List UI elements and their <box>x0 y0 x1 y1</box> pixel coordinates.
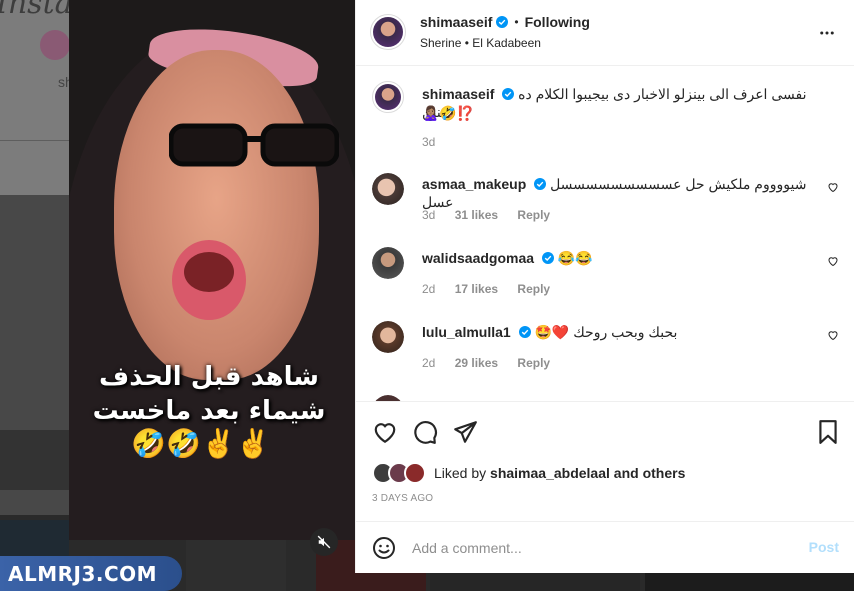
comment-like-heart-icon[interactable] <box>827 181 839 193</box>
video-caption-line-1: شاهد قبل الحذف <box>99 362 319 392</box>
author-avatar[interactable] <box>370 14 406 50</box>
verified-badge-icon <box>496 16 509 28</box>
divider <box>0 140 69 141</box>
comment-username[interactable]: asmaa_makeup <box>422 176 526 192</box>
video-caption-line-2: شيماء بعد ماخست <box>92 396 326 426</box>
comment-input[interactable] <box>412 536 792 560</box>
caption-username[interactable]: shimaaseif <box>422 86 494 102</box>
liked-by-prefix: Liked by <box>434 465 487 481</box>
commenter-avatar[interactable] <box>372 395 404 401</box>
emoji-smiley-icon[interactable] <box>372 536 396 560</box>
liked-by-row[interactable]: Liked by shaimaa_abdelaal and others <box>372 460 685 486</box>
commenter-avatar[interactable] <box>372 247 404 279</box>
more-options-icon[interactable] <box>818 24 836 42</box>
author-username[interactable]: shimaaseif <box>420 14 492 30</box>
comment-item: lulu_almulla1 بحبك وبحب روحك ❤️🤩 2d 29 l… <box>372 321 839 381</box>
grid-thumbnail[interactable] <box>0 430 69 490</box>
comment-like-heart-icon[interactable] <box>827 255 839 267</box>
comment-text: 😂😂 <box>557 250 593 266</box>
post-details-panel: shimaaseif • Following Sherine • El Kada… <box>355 0 854 573</box>
save-bookmark-icon[interactable] <box>815 419 841 445</box>
post-comment-button[interactable]: Post <box>809 539 839 555</box>
comment-like-heart-icon[interactable] <box>827 329 839 341</box>
liker-avatar <box>404 462 426 484</box>
comment-item: walidsaadgomaa 😂😂 2d 17 likes Reply <box>372 247 839 307</box>
verified-badge-icon <box>518 326 531 338</box>
post-timestamp[interactable]: 3 DAYS AGO <box>372 493 433 504</box>
post-actions-bar <box>356 403 854 463</box>
site-watermark: ALMRJ3.COM <box>0 556 182 591</box>
reply-button[interactable]: Reply <box>517 282 550 296</box>
comment-timestamp[interactable]: 3d <box>422 208 435 222</box>
comment-likes[interactable]: 17 likes <box>455 282 498 296</box>
video-subject-face <box>114 50 319 380</box>
liker-avatars[interactable] <box>372 462 428 484</box>
comment-item-partial <box>372 395 839 401</box>
video-caption-emojis: 🤣🤣✌️✌️ <box>131 428 271 459</box>
comment-bubble-icon[interactable] <box>412 419 438 445</box>
comments-list[interactable]: shimaaseif نفسى اعرف الى بينزلو الاخبار … <box>356 67 854 402</box>
caption-emojis: 🙎🏽‍♀️🤣⁉️ <box>422 105 475 121</box>
liked-by-user[interactable]: shaimaa_abdelaal <box>490 465 610 481</box>
following-button[interactable]: Following <box>525 14 590 30</box>
comment-likes[interactable]: 31 likes <box>455 208 498 222</box>
post-caption: shimaaseif نفسى اعرف الى بينزلو الاخبار … <box>372 81 839 151</box>
verified-badge-icon <box>534 178 547 190</box>
audio-link[interactable]: Sherine • El Kadabeen <box>420 36 541 50</box>
reply-button[interactable]: Reply <box>517 208 550 222</box>
comment-timestamp[interactable]: 2d <box>422 356 435 370</box>
profile-avatar-bg <box>40 30 70 60</box>
comment-likes[interactable]: 29 likes <box>455 356 498 370</box>
comment-text: بحبك وبحب روحك ❤️🤩 <box>534 324 678 340</box>
reply-button[interactable]: Reply <box>517 356 550 370</box>
video-subject-mouth-inner <box>184 252 234 292</box>
commenter-avatar[interactable] <box>372 173 404 205</box>
post-header: shimaaseif • Following Sherine • El Kada… <box>356 0 854 66</box>
comment-username[interactable]: lulu_almulla1 <box>422 324 511 340</box>
comment-username[interactable]: walidsaadgomaa <box>422 250 534 266</box>
share-paper-plane-icon[interactable] <box>452 419 478 445</box>
verified-badge-icon <box>541 252 554 264</box>
caption-timestamp[interactable]: 3d <box>422 135 435 149</box>
speaker-muted-icon <box>317 535 331 549</box>
comment-timestamp[interactable]: 2d <box>422 282 435 296</box>
verified-badge-icon <box>502 88 515 100</box>
comment-item: asmaa_makeup شيووووم ملكيش حل عسسسسسسسسس… <box>372 173 839 233</box>
liked-by-others[interactable]: and others <box>614 465 686 481</box>
add-comment-bar: Post <box>356 521 854 573</box>
mute-button[interactable] <box>310 528 338 556</box>
video-subject-glasses <box>169 123 339 167</box>
separator-dot: • <box>514 15 519 29</box>
caption-author-avatar[interactable] <box>372 81 404 113</box>
commenter-avatar[interactable] <box>372 321 404 353</box>
like-heart-icon[interactable] <box>372 419 398 445</box>
watermark-text: ALMRJ3.COM <box>8 561 158 586</box>
reel-video[interactable]: شاهد قبل الحذف شيماء بعد ماخست 🤣🤣✌️✌️ <box>69 0 355 540</box>
